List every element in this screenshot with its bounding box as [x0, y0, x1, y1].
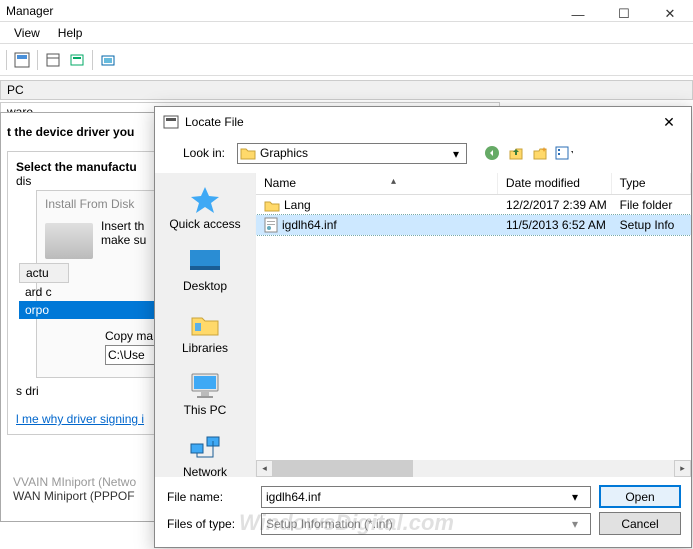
floppy-icon: [45, 223, 93, 259]
scroll-left-button[interactable]: ◂: [256, 460, 273, 477]
dialog-icon: [163, 114, 179, 130]
place-libraries[interactable]: Libraries: [160, 303, 250, 361]
column-type[interactable]: Type: [612, 173, 691, 194]
toolbar-icon[interactable]: [99, 51, 117, 69]
inf-file-icon: [264, 217, 278, 233]
insert-text: Insert th: [101, 219, 146, 233]
toolbar-icon[interactable]: [68, 51, 86, 69]
filetype-label: Files of type:: [165, 517, 253, 531]
disk-label: dis: [16, 174, 31, 188]
parent-window-controls: — ☐ ✕: [555, 0, 693, 28]
places-bar: Quick access Desktop Libraries This PC N…: [155, 173, 255, 477]
filetype-combo[interactable]: Setup Information (*.inf) ▾: [261, 513, 591, 535]
chevron-down-icon: ▾: [448, 146, 464, 162]
file-row[interactable]: igdlh64.inf 11/5/2013 6:52 AM Setup Info: [256, 215, 691, 235]
menu-view[interactable]: View: [6, 24, 48, 42]
folder-icon: [264, 199, 280, 212]
toolbar-icon[interactable]: [44, 51, 62, 69]
open-button[interactable]: Open: [599, 485, 681, 508]
scroll-right-button[interactable]: ▸: [674, 460, 691, 477]
chevron-down-icon: ▾: [572, 517, 588, 531]
file-name: igdlh64.inf: [282, 218, 337, 232]
horizontal-scrollbar[interactable]: ◂ ▸: [256, 460, 691, 477]
file-list: ▴ Name Date modified Type Lang 12/2/2017…: [255, 173, 691, 477]
parent-toolbar: [0, 44, 693, 76]
filetype-value: Setup Information (*.inf): [266, 517, 393, 531]
parent-title: Manager: [6, 4, 53, 18]
up-folder-button[interactable]: [507, 144, 525, 162]
sort-arrow-icon: ▴: [391, 176, 396, 187]
place-desktop[interactable]: Desktop: [160, 241, 250, 299]
lookin-value: Graphics: [260, 146, 308, 160]
cancel-button[interactable]: Cancel: [599, 512, 681, 535]
network-icon: [187, 433, 223, 463]
file-type: Setup Info: [612, 217, 691, 233]
column-header: actu: [19, 263, 69, 283]
filename-value: igdlh64.inf: [266, 490, 321, 504]
file-date: 11/5/2013 6:52 AM: [498, 217, 612, 233]
menu-help[interactable]: Help: [50, 24, 91, 42]
chevron-down-icon: ▾: [572, 490, 588, 504]
file-list-header: ▴ Name Date modified Type: [256, 173, 691, 195]
insert-text: make su: [101, 233, 146, 247]
select-manufacturer-label: Select the manufactu: [16, 160, 137, 174]
folder-icon: [240, 146, 256, 160]
minimize-button[interactable]: —: [555, 0, 601, 28]
toolbar-icon[interactable]: [13, 51, 31, 69]
tree-node-pc[interactable]: PC: [0, 80, 693, 100]
desktop-icon: [187, 247, 223, 277]
lookin-combo[interactable]: Graphics ▾: [237, 143, 467, 164]
lookin-label: Look in:: [163, 146, 231, 160]
place-network[interactable]: Network: [160, 427, 250, 477]
file-type: File folder: [612, 197, 691, 213]
dialog-title: Locate File: [185, 115, 655, 129]
file-name: Lang: [284, 198, 311, 212]
copy-from-label: Copy ma: [105, 329, 153, 343]
dialog-close-button[interactable]: ✕: [655, 108, 683, 136]
column-date[interactable]: Date modified: [498, 173, 612, 194]
star-icon: [187, 185, 223, 215]
dialog-title-bar: Locate File ✕: [155, 107, 691, 137]
column-name[interactable]: Name: [256, 173, 498, 194]
place-quick-access[interactable]: Quick access: [160, 179, 250, 237]
filename-combo[interactable]: igdlh64.inf ▾: [261, 486, 591, 508]
back-button[interactable]: [483, 144, 501, 162]
close-button[interactable]: ✕: [647, 0, 693, 28]
filename-label: File name:: [165, 490, 253, 504]
view-menu-button[interactable]: [555, 144, 573, 162]
pc-icon: [187, 371, 223, 401]
locate-file-dialog: Locate File ✕ Look in: Graphics ▾ Quick …: [154, 106, 692, 548]
file-date: 12/2/2017 2:39 AM: [498, 197, 612, 213]
scroll-thumb[interactable]: [273, 460, 413, 477]
maximize-button[interactable]: ☐: [601, 0, 647, 28]
place-this-pc[interactable]: This PC: [160, 365, 250, 423]
libraries-icon: [187, 309, 223, 339]
file-row[interactable]: Lang 12/2/2017 2:39 AM File folder: [256, 195, 691, 215]
new-folder-button[interactable]: [531, 144, 549, 162]
